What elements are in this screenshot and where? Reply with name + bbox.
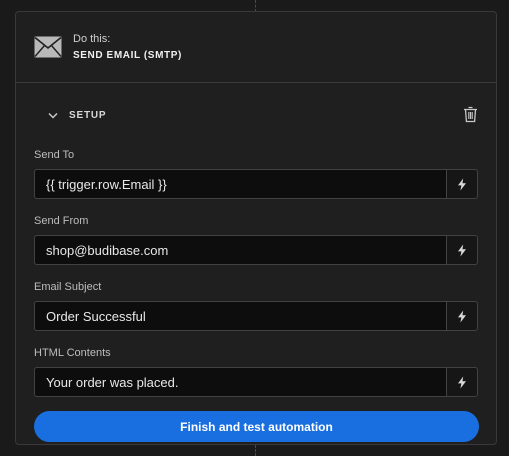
binding-button[interactable] xyxy=(446,301,478,331)
field-row xyxy=(34,169,478,199)
lightning-icon xyxy=(458,376,466,388)
mail-icon xyxy=(34,36,62,58)
lightning-icon xyxy=(458,244,466,256)
setup-section-header: SETUP xyxy=(34,83,478,147)
step-body: SETUP Send To Send From xyxy=(16,83,496,442)
field-row xyxy=(34,301,478,331)
step-kicker: Do this: xyxy=(73,32,111,45)
field-row xyxy=(34,367,478,397)
action-step-card: Do this: SEND EMAIL (SMTP) SETUP Send To xyxy=(15,11,497,445)
field-label: Email Subject xyxy=(34,281,102,293)
field-label: HTML Contents xyxy=(34,347,111,359)
email-subject-input[interactable] xyxy=(34,301,446,331)
field-html-contents: HTML Contents xyxy=(34,345,478,397)
binding-button[interactable] xyxy=(446,235,478,265)
setup-label: SETUP xyxy=(69,109,107,121)
flow-connector-bottom xyxy=(255,445,256,456)
html-contents-input[interactable] xyxy=(34,367,446,397)
field-email-subject: Email Subject xyxy=(34,279,478,331)
field-label: Send From xyxy=(34,215,89,227)
lightning-icon xyxy=(458,310,466,322)
finish-and-test-button[interactable]: Finish and test automation xyxy=(34,411,479,442)
lightning-icon xyxy=(458,178,466,190)
binding-button[interactable] xyxy=(446,169,478,199)
trash-icon[interactable] xyxy=(463,106,478,123)
send-to-input[interactable] xyxy=(34,169,446,199)
step-title: SEND EMAIL (SMTP) xyxy=(73,49,182,61)
field-send-to: Send To xyxy=(34,147,478,199)
setup-toggle[interactable]: SETUP xyxy=(48,110,106,121)
step-header-text: Do this: SEND EMAIL (SMTP) xyxy=(73,32,182,63)
send-from-input[interactable] xyxy=(34,235,446,265)
field-row xyxy=(34,235,478,265)
chevron-down-icon[interactable] xyxy=(48,112,58,119)
field-send-from: Send From xyxy=(34,213,478,265)
binding-button[interactable] xyxy=(446,367,478,397)
field-label: Send To xyxy=(34,149,75,161)
step-header: Do this: SEND EMAIL (SMTP) xyxy=(16,12,496,83)
